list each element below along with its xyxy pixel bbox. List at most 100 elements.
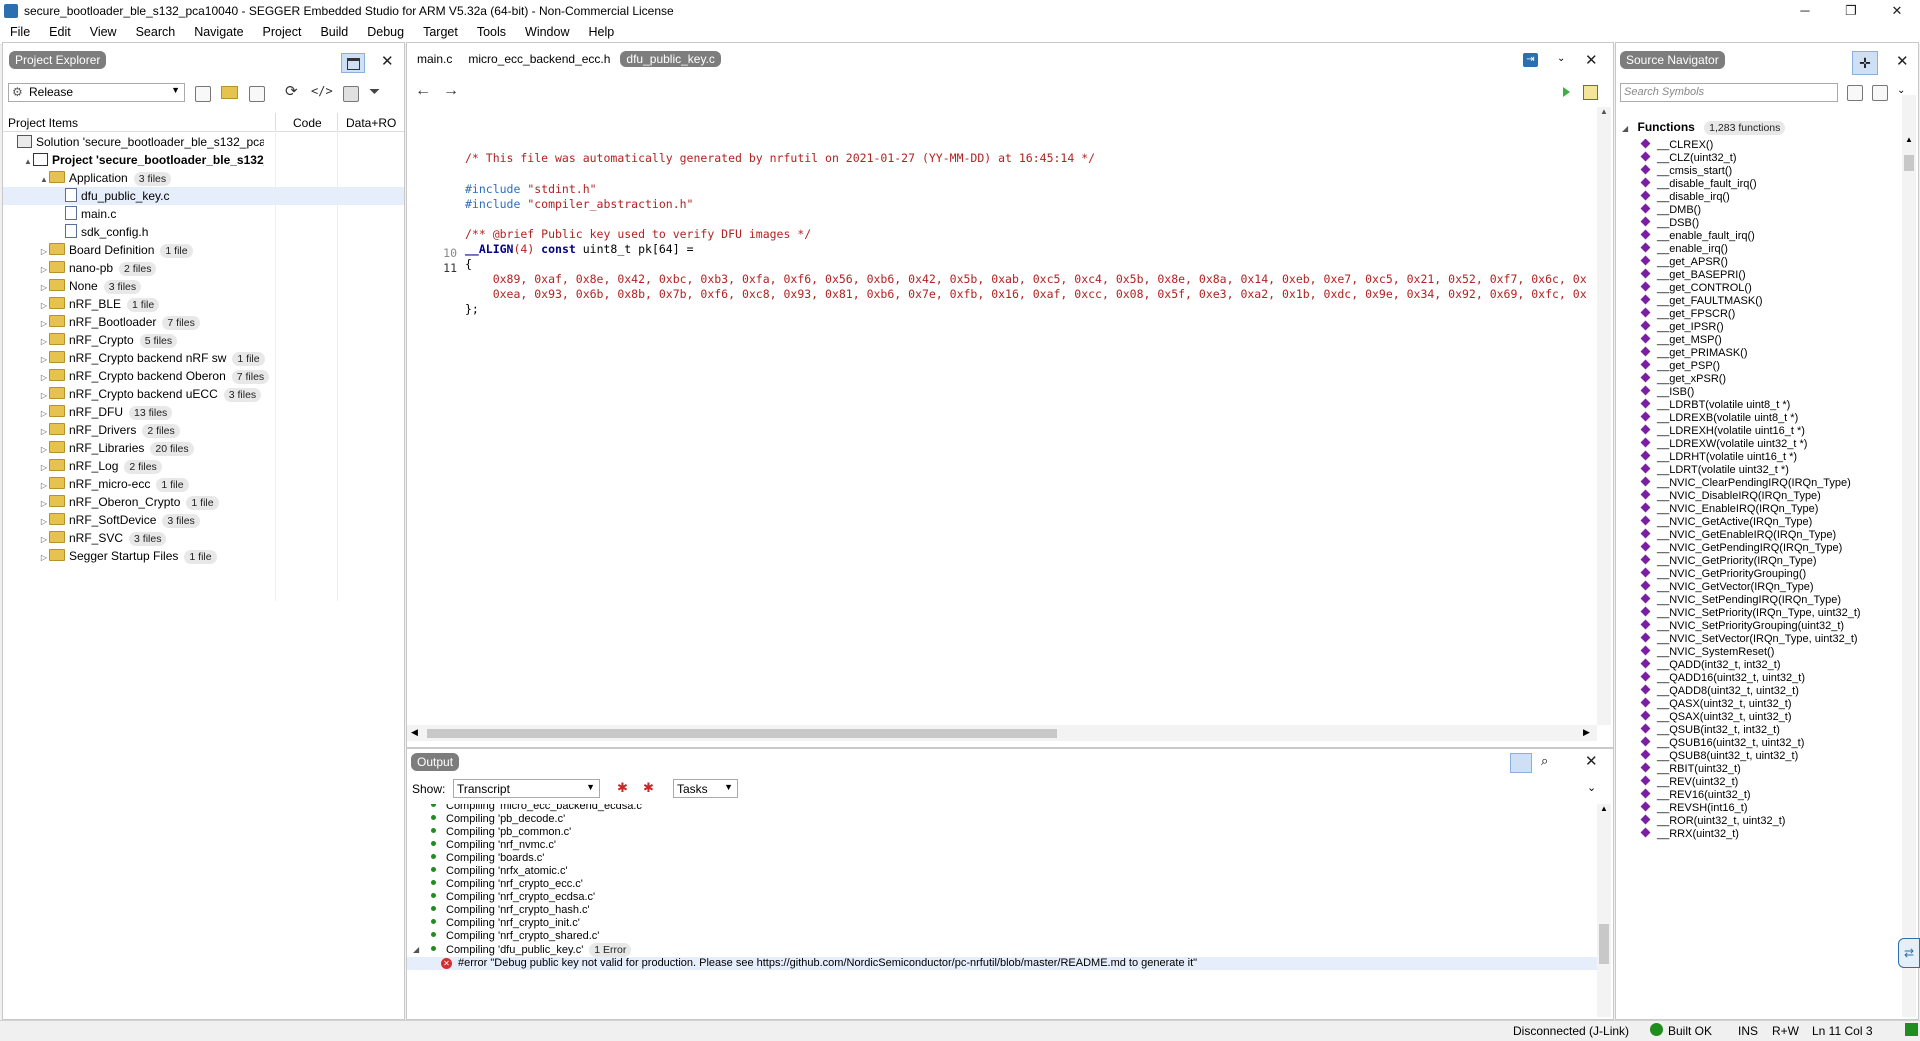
tree-item[interactable]: ▷ nRF_Log 2 files [3, 457, 404, 475]
build-status[interactable]: Built OK [1668, 1024, 1712, 1038]
copy-icon[interactable] [343, 86, 359, 102]
scroll-right-icon[interactable]: ▶ [1583, 727, 1590, 738]
function-item[interactable]: __QADD16(uint32_t, uint32_t) [1616, 671, 1805, 685]
output-line[interactable]: ◢ Compiling 'dfu_public_key.c' 1 Error [407, 943, 632, 957]
function-item[interactable]: __NVIC_ClearPendingIRQ(IRQn_Type) [1616, 476, 1851, 490]
tree-item[interactable]: sdk_config.h [3, 223, 404, 241]
tree-item[interactable]: ▷ nRF_Crypto backend nRF sw 1 file [3, 349, 404, 367]
tree-item[interactable]: ▷ nRF_Crypto 5 files [3, 331, 404, 349]
function-item[interactable]: __NVIC_SetPendingIRQ(IRQn_Type) [1616, 593, 1841, 607]
horizontal-scrollbar[interactable]: ◀ ▶ [407, 725, 1597, 741]
scroll-thumb[interactable] [427, 729, 1057, 738]
tree-item[interactable]: dfu_public_key.c [3, 187, 404, 205]
find-icon[interactable]: ⌕ [1541, 753, 1548, 769]
function-item[interactable]: __QSUB8(uint32_t, uint32_t) [1616, 749, 1798, 763]
output-line[interactable]: Compiling 'pb_common.c' [407, 826, 571, 839]
col-code[interactable]: Code [293, 116, 322, 130]
tree-item[interactable]: ▷ nRF_BLE 1 file [3, 295, 404, 313]
menu-file[interactable]: File [0, 22, 39, 39]
forward-arrow-icon[interactable]: → [443, 82, 459, 100]
navigator-scrollbar[interactable]: ▲ [1902, 95, 1916, 1017]
function-item[interactable]: __get_PSP() [1616, 359, 1720, 373]
back-arrow-icon[interactable]: ← [415, 82, 431, 100]
function-item[interactable]: __RRX(uint32_t) [1616, 827, 1739, 841]
close-editor-icon[interactable]: ✕ [1585, 51, 1598, 69]
navigator-scroll-thumb[interactable] [1904, 155, 1914, 171]
function-item[interactable]: __LDRT(volatile uint32_t *) [1616, 463, 1789, 477]
function-item[interactable]: __NVIC_GetPendingIRQ(IRQn_Type) [1616, 541, 1842, 555]
output-line[interactable]: Compiling 'nrf_crypto_shared.c' [407, 930, 599, 943]
function-item[interactable]: __LDREXW(volatile uint32_t *) [1616, 437, 1807, 451]
split-icon[interactable]: ⇥ [1523, 53, 1538, 67]
function-item[interactable]: __DSB() [1616, 216, 1699, 230]
search-symbols-input[interactable]: Search Symbols [1620, 83, 1838, 102]
close-window-button[interactable]: ✕ [1874, 0, 1920, 22]
function-item[interactable]: __DMB() [1616, 203, 1701, 217]
function-item[interactable]: __QADD8(uint32_t, uint32_t) [1616, 684, 1799, 698]
function-item[interactable]: __get_PRIMASK() [1616, 346, 1747, 360]
output-line[interactable]: Compiling 'nrf_crypto_ecdsa.c' [407, 891, 595, 904]
function-item[interactable]: __get_IPSR() [1616, 320, 1724, 334]
tree-item[interactable]: ▷ nRF_Crypto backend Oberon 7 files [3, 367, 404, 385]
function-item[interactable]: __get_FAULTMASK() [1616, 294, 1763, 308]
function-item[interactable]: __get_APSR() [1616, 255, 1728, 269]
function-item[interactable]: __NVIC_DisableIRQ(IRQn_Type) [1616, 489, 1821, 503]
function-item[interactable]: __disable_irq() [1616, 190, 1730, 204]
tree-item[interactable]: ▷ nRF_Crypto backend uECC 3 files [3, 385, 404, 403]
output-scrollbar[interactable]: ▲ [1597, 804, 1611, 1017]
next-error-icon[interactable]: ✱ [617, 780, 628, 796]
tree-item[interactable]: Solution 'secure_bootloader_ble_s132_pca… [3, 133, 404, 151]
menu-edit[interactable]: Edit [39, 22, 80, 39]
function-item[interactable]: __NVIC_SetPriority(IRQn_Type, uint32_t) [1616, 606, 1861, 620]
menu-help[interactable]: Help [578, 22, 623, 39]
scroll-left-icon[interactable]: ◀ [411, 727, 418, 738]
output-menu-icon[interactable]: ⌄ [1587, 781, 1596, 794]
function-item[interactable]: __get_BASEPRI() [1616, 268, 1746, 282]
connection-status[interactable]: Disconnected (J-Link) [1513, 1024, 1629, 1038]
output-line[interactable]: Compiling 'nrf_crypto_hash.c' [407, 904, 590, 917]
function-item[interactable]: __LDREXH(volatile uint16_t *) [1616, 424, 1805, 438]
menu-target[interactable]: Target [413, 22, 467, 39]
close-panel-icon[interactable]: ✕ [381, 52, 394, 70]
col-project-items[interactable]: Project Items [8, 116, 78, 130]
tree-item[interactable]: ▷ Segger Startup Files 1 file [3, 547, 404, 565]
properties-icon[interactable] [195, 86, 211, 102]
tree-item[interactable]: ▷ nRF_micro-ecc 1 file [3, 475, 404, 493]
function-item[interactable]: __QASX(uint32_t, uint32_t) [1616, 697, 1792, 711]
maximize-panel-button[interactable] [341, 53, 365, 73]
function-item[interactable]: __QSAX(uint32_t, uint32_t) [1616, 710, 1792, 724]
function-item[interactable]: __CLZ(uint32_t) [1616, 151, 1737, 165]
build-config-icon[interactable] [1583, 85, 1598, 100]
output-line[interactable]: Compiling 'nrf_nvmc.c' [407, 839, 556, 852]
tasks-select[interactable]: Tasks ▼ [673, 779, 738, 798]
output-line[interactable]: Compiling 'nrf_crypto_ecc.c' [407, 878, 583, 891]
menu-view[interactable]: View [80, 22, 126, 39]
function-item[interactable]: __REVSH(int16_t) [1616, 801, 1748, 815]
remote-tab-icon[interactable]: ⇄ [1898, 938, 1920, 968]
functions-header[interactable]: ◢ Functions 1,283 functions [1622, 120, 1786, 135]
function-item[interactable]: __enable_fault_irq() [1616, 229, 1755, 243]
function-item[interactable]: __get_FPSCR() [1616, 307, 1735, 321]
menu-tools[interactable]: Tools [467, 22, 515, 39]
function-item[interactable]: __LDRHT(volatile uint16_t *) [1616, 450, 1797, 464]
function-item[interactable]: __cmsis_start() [1616, 164, 1732, 178]
function-item[interactable]: __QSUB16(uint32_t, uint32_t) [1616, 736, 1804, 750]
folder-icon[interactable] [221, 86, 238, 99]
editor-tab[interactable]: main.c [411, 51, 458, 67]
expand-arrow-icon[interactable]: ▷ [39, 549, 49, 567]
tree-item[interactable]: ▷ nRF_DFU 13 files [3, 403, 404, 421]
function-item[interactable]: __disable_fault_irq() [1616, 177, 1757, 191]
menu-search[interactable]: Search [126, 22, 185, 39]
tree-item[interactable]: ▷ nRF_SoftDevice 3 files [3, 511, 404, 529]
tree-item[interactable]: ▷ nRF_Oberon_Crypto 1 file [3, 493, 404, 511]
filter-icon[interactable]: ⏷ [369, 83, 380, 100]
tabs-menu-icon[interactable]: ⌄ [1557, 53, 1565, 64]
cursor-position[interactable]: Ln 11 Col 3 [1812, 1024, 1873, 1038]
function-item[interactable]: __NVIC_GetVector(IRQn_Type) [1616, 580, 1814, 594]
function-item[interactable]: __QSUB(int32_t, int32_t) [1616, 723, 1780, 737]
output-line[interactable]: Compiling 'micro_ecc_backend_ecdsa.c' [407, 804, 644, 813]
function-item[interactable]: __CLREX() [1616, 139, 1713, 152]
function-item[interactable]: __LDRBT(volatile uint8_t *) [1616, 398, 1790, 412]
output-line[interactable]: Compiling 'nrf_crypto_init.c' [407, 917, 580, 930]
prev-error-icon[interactable]: ✱ [643, 780, 654, 796]
